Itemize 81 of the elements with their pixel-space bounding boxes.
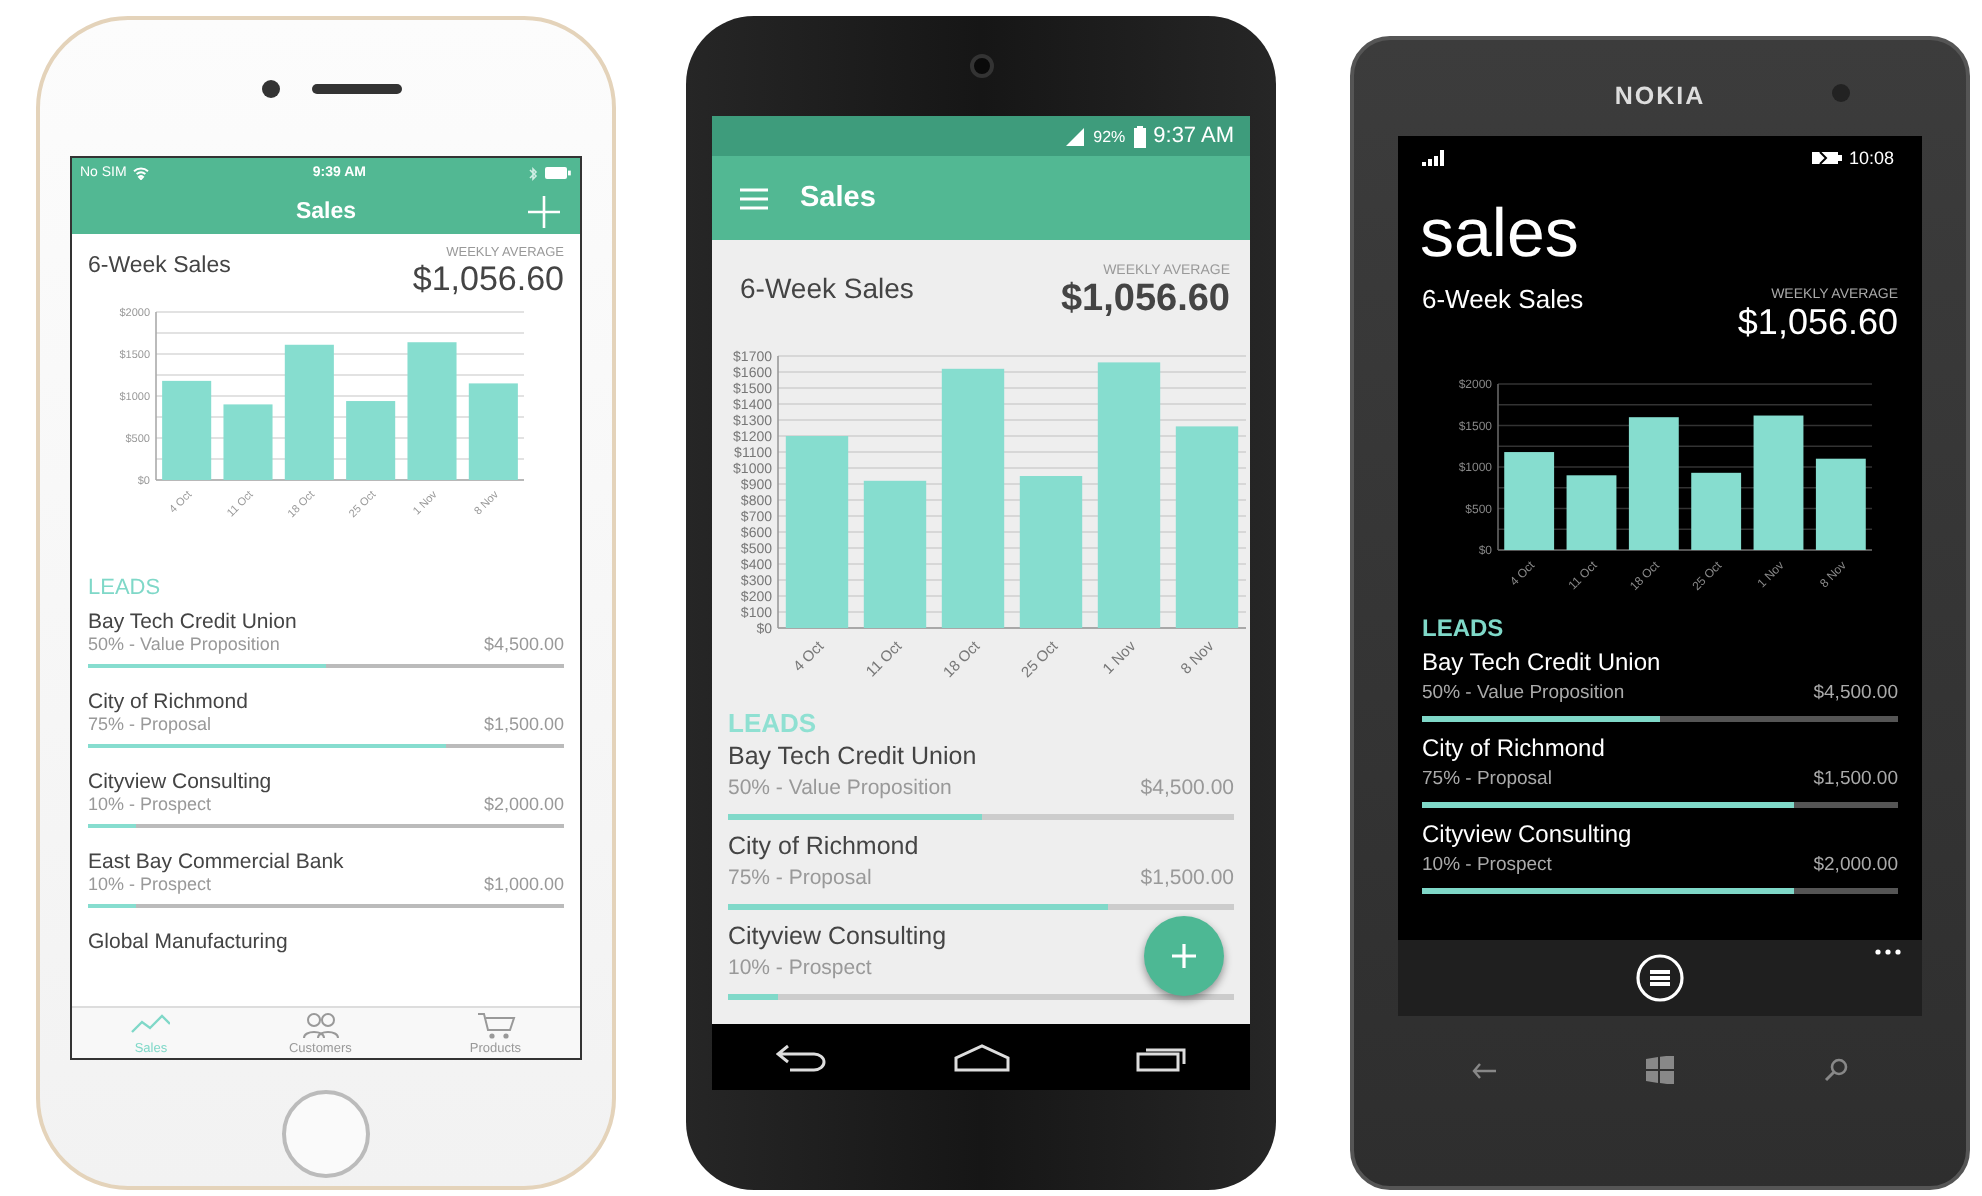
- list-icon[interactable]: [1636, 954, 1684, 1002]
- average-value: $1,056.60: [1737, 302, 1898, 344]
- chart-bar: [1753, 415, 1804, 550]
- lead-amount: $2,000.00: [483, 794, 564, 815]
- lead-amount: $2,000.00: [1813, 854, 1898, 876]
- average-value: $1,056.60: [1060, 278, 1230, 322]
- chart-title: 6-Week Sales: [1422, 284, 1584, 314]
- chart-bar: [223, 405, 273, 481]
- chart-bar: [468, 384, 518, 481]
- lead-name[interactable]: Cityview Consulting: [88, 770, 564, 795]
- lead-stage: 75% - Proposal: [728, 866, 872, 890]
- chart-title: 6-Week Sales: [88, 254, 231, 279]
- lead-stage: 50% - Value Proposition: [1422, 682, 1625, 704]
- bluetooth-icon: [528, 165, 538, 182]
- speaker-grille: [312, 83, 402, 93]
- chart-bar: [162, 381, 212, 481]
- chart-bar: [284, 345, 334, 481]
- lead-name[interactable]: Bay Tech Credit Union: [88, 610, 564, 635]
- lead-amount: $4,500.00: [1813, 682, 1898, 704]
- wifi-icon: [132, 166, 151, 181]
- chart-bar: [346, 401, 396, 481]
- screen-title: sales: [1418, 196, 1581, 272]
- screen-title: Sales: [800, 182, 876, 214]
- home-icon[interactable]: [953, 1043, 1009, 1071]
- lead-stage: 75% - Proposal: [1422, 768, 1552, 790]
- status-time: 9:37 AM: [1153, 124, 1234, 148]
- camera-lens: [969, 54, 993, 78]
- lead-stage: 10% - Prospect: [88, 794, 212, 815]
- lead-name[interactable]: City of Richmond: [1422, 734, 1898, 762]
- lead-amount: $4,500.00: [1140, 776, 1234, 800]
- lead-amount: $4,500.00: [483, 634, 564, 655]
- search-icon[interactable]: [1823, 1058, 1848, 1082]
- plus-icon: [1172, 944, 1196, 968]
- lead-amount: $1,500.00: [1140, 866, 1234, 890]
- lead-name[interactable]: Cityview Consulting: [1422, 820, 1898, 848]
- more-icon[interactable]: [1874, 948, 1902, 956]
- lead-stage: 75% - Proposal: [88, 714, 212, 735]
- camera-lens: [1832, 84, 1850, 102]
- menu-icon[interactable]: [740, 187, 768, 209]
- lead-amount: $1,500.00: [483, 714, 564, 735]
- lead-name[interactable]: Global Manufacturing: [88, 930, 564, 955]
- lead-amount: $1,500.00: [1813, 768, 1898, 790]
- chart-bar: [1566, 475, 1617, 550]
- lead-name[interactable]: Bay Tech Credit Union: [1422, 648, 1898, 676]
- signal-icon: [1422, 150, 1446, 166]
- section-heading: LEADS: [726, 708, 819, 738]
- camera-lens: [262, 79, 280, 97]
- grid-icon[interactable]: [1645, 1056, 1674, 1084]
- lead-name[interactable]: East Bay Commercial Bank: [88, 850, 564, 875]
- battery-icon: [1133, 125, 1146, 147]
- lead-stage: 10% - Prospect: [1422, 854, 1552, 876]
- chart-bar: [1628, 417, 1679, 550]
- section-heading: LEADS: [86, 576, 163, 601]
- lead-amount: $1,000.00: [483, 874, 564, 895]
- chart-bar: [1691, 472, 1742, 550]
- screen-title: Sales: [295, 199, 357, 224]
- chart-bar: [407, 342, 457, 481]
- lead-stage: 10% - Prospect: [88, 874, 212, 895]
- add-button[interactable]: [1144, 916, 1224, 996]
- lead-stage: 50% - Value Proposition: [88, 634, 280, 655]
- lead-name[interactable]: City of Richmond: [728, 832, 919, 860]
- chart-title: 6-Week Sales: [740, 272, 914, 304]
- chart-bar: [1504, 452, 1555, 550]
- lead-name[interactable]: Bay Tech Credit Union: [728, 742, 977, 770]
- average-value: $1,056.60: [412, 260, 564, 301]
- signal-icon: [1065, 127, 1086, 145]
- battery-percent: 92%: [1093, 127, 1126, 145]
- section-heading: LEADS: [1420, 614, 1506, 642]
- lead-stage: 50% - Value Proposition: [728, 776, 952, 800]
- people-icon: [300, 1010, 341, 1041]
- lead-name[interactable]: City of Richmond: [88, 690, 564, 715]
- battery-icon: [544, 166, 572, 181]
- brand-logo: NOKIA: [1614, 82, 1706, 110]
- chart-bar: [1815, 458, 1866, 550]
- status-time: 10:08: [1848, 148, 1894, 168]
- recent-apps-icon[interactable]: [1135, 1043, 1187, 1071]
- plus-icon[interactable]: [528, 196, 560, 229]
- battery-icon: [1812, 150, 1843, 166]
- lead-stage: 10% - Prospect: [728, 956, 872, 980]
- lead-name[interactable]: Cityview Consulting: [728, 922, 947, 950]
- cart-icon: [475, 1010, 516, 1041]
